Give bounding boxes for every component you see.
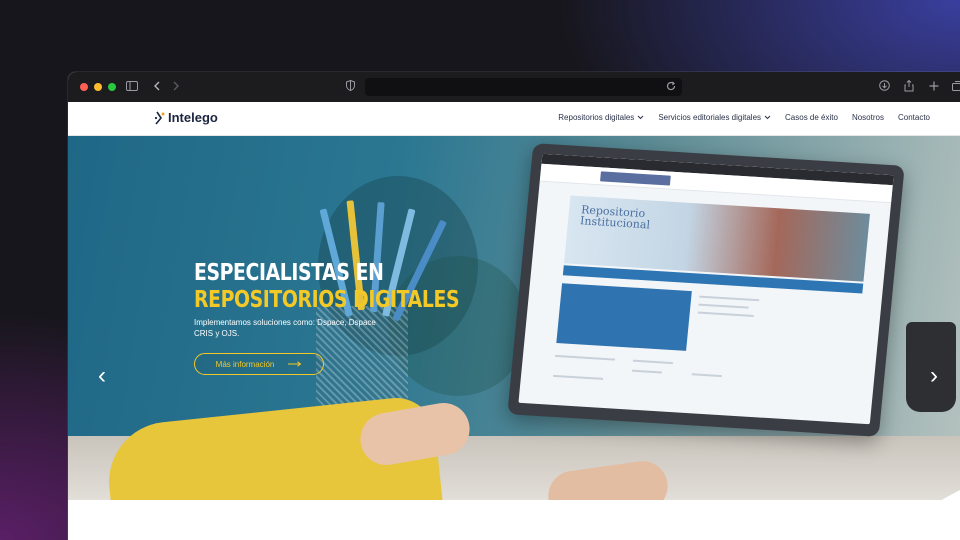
screen-hero-title: Repositorio Institucional <box>579 203 651 232</box>
hero-content: ESPECIALISTAS EN REPOSITORIOS DIGITALES … <box>194 260 517 375</box>
laptop-screen: Repositorio Institucional <box>518 153 894 425</box>
nav-item-label: Casos de éxito <box>785 113 838 122</box>
new-tab-icon[interactable] <box>929 80 939 94</box>
hero-title-line2: REPOSITORIOS DIGITALES <box>194 287 460 313</box>
logo-text: Intelego <box>168 110 218 125</box>
maximize-window-button[interactable] <box>108 83 116 91</box>
screen-text-line <box>699 295 760 302</box>
traffic-lights <box>80 83 116 91</box>
browser-window: Intelego Repositorios digitales Servicio… <box>68 72 960 540</box>
screen-text-line <box>691 373 722 378</box>
reload-icon[interactable] <box>666 80 676 94</box>
close-window-button[interactable] <box>80 83 88 91</box>
more-info-label: Más información <box>215 359 275 369</box>
back-icon[interactable] <box>153 80 161 94</box>
nav-item-servicios[interactable]: Servicios editoriales digitales <box>658 113 771 122</box>
screen-text-line <box>553 374 604 380</box>
nav-item-nosotros[interactable]: Nosotros <box>852 113 884 122</box>
site-header: Intelego Repositorios digitales Servicio… <box>68 102 960 136</box>
screen-text-line <box>554 354 616 361</box>
carousel-next-arrow-icon[interactable]: › <box>930 364 938 388</box>
arrow-right-icon <box>288 360 302 369</box>
logo-mark-icon <box>154 111 166 125</box>
browser-titlebar <box>68 72 960 102</box>
forward-icon[interactable] <box>172 80 180 94</box>
more-info-button[interactable]: Más información <box>194 353 324 375</box>
screen-text-line <box>631 369 663 374</box>
tabs-icon[interactable] <box>952 80 960 94</box>
nav-item-repositorios[interactable]: Repositorios digitales <box>558 113 644 122</box>
share-icon[interactable] <box>904 79 914 95</box>
carousel-prev-arrow-icon[interactable]: ‹ <box>98 364 106 388</box>
download-icon[interactable] <box>879 80 890 94</box>
chevron-down-icon <box>764 113 771 122</box>
screen-logo <box>599 171 671 186</box>
chevron-down-icon <box>637 113 644 122</box>
address-bar[interactable] <box>365 78 682 96</box>
hero-subtitle: Implementamos soluciones como: Dspace, D… <box>194 318 376 338</box>
nav-item-casos[interactable]: Casos de éxito <box>785 113 838 122</box>
screen-text-line <box>697 311 754 317</box>
main-nav: Repositorios digitales Servicios editori… <box>558 113 930 122</box>
minimize-window-button[interactable] <box>94 83 102 91</box>
hero-title-line1: ESPECIALISTAS EN <box>194 260 384 286</box>
shield-icon[interactable] <box>346 79 355 94</box>
laptop: Repositorio Institucional <box>507 143 905 437</box>
screen-text-line <box>698 303 749 309</box>
nav-item-label: Servicios editoriales digitales <box>658 113 762 122</box>
nav-item-contacto[interactable]: Contacto <box>898 113 930 122</box>
nav-item-label: Contacto <box>897 113 930 122</box>
nav-item-label: Nosotros <box>851 113 884 122</box>
sidebar-icon[interactable] <box>126 80 138 94</box>
screen-news-box <box>556 283 692 351</box>
screen-text-line <box>632 359 673 365</box>
site-logo[interactable]: Intelego <box>154 110 218 125</box>
nav-item-label: Repositorios digitales <box>558 113 635 122</box>
